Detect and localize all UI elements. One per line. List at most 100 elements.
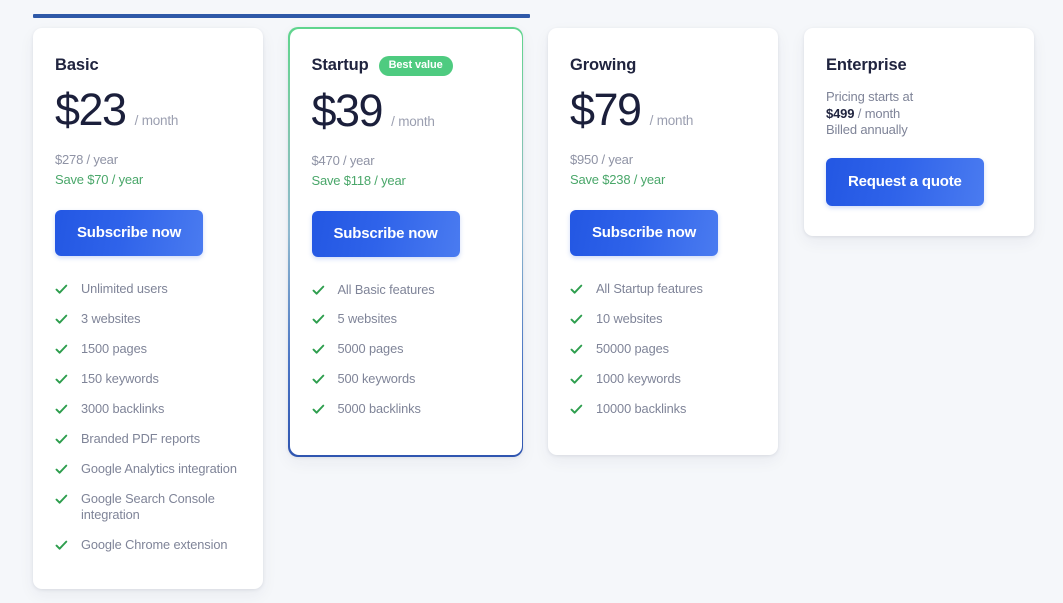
check-icon <box>570 373 583 386</box>
list-item: 3000 backlinks <box>55 401 241 417</box>
check-icon <box>570 283 583 296</box>
list-item: Google Analytics integration <box>55 461 241 477</box>
check-icon <box>55 493 68 506</box>
check-icon <box>570 403 583 416</box>
check-icon <box>570 313 583 326</box>
feature-label: 3000 backlinks <box>81 400 165 416</box>
list-item: 3 websites <box>55 311 241 327</box>
price-savings: Save $238 / year <box>570 172 666 187</box>
list-item: 5000 backlinks <box>312 401 500 417</box>
feature-label: 150 keywords <box>81 370 159 386</box>
list-item: 10000 backlinks <box>570 401 756 417</box>
price-savings: Save $70 / year <box>55 172 144 187</box>
list-item: 5 websites <box>312 311 500 327</box>
list-item: All Startup features <box>570 281 756 297</box>
list-item: 500 keywords <box>312 371 500 387</box>
check-icon <box>312 373 325 386</box>
price-amount: $23 <box>55 84 127 135</box>
feature-label: Google Search Console integration <box>81 490 215 522</box>
price-period: / month <box>649 113 694 128</box>
enterprise-billing-note: Billed annually <box>826 122 908 137</box>
price-savings: Save $118 / year <box>311 172 406 188</box>
check-icon <box>312 403 325 416</box>
check-icon <box>312 343 325 356</box>
subscribe-button-startup[interactable]: Subscribe now <box>311 210 460 257</box>
check-icon <box>570 343 583 356</box>
check-icon <box>312 284 325 297</box>
check-icon <box>55 283 68 296</box>
price-period: / month <box>134 113 179 128</box>
feature-label: 50000 pages <box>596 340 669 356</box>
feature-label: 1000 keywords <box>596 370 681 386</box>
check-icon <box>55 463 68 476</box>
price-amount: $79 <box>570 84 642 135</box>
request-quote-button[interactable]: Request a quote <box>826 157 984 206</box>
list-item: 50000 pages <box>570 341 756 357</box>
check-icon <box>55 403 68 416</box>
price-yearly: $278 / year <box>55 152 118 167</box>
plan-header: Growing <box>570 54 756 76</box>
check-icon <box>55 433 68 446</box>
list-item: Google Chrome extension <box>55 537 241 553</box>
list-item: 5000 pages <box>312 341 500 357</box>
list-item: 150 keywords <box>55 371 241 387</box>
price-period: / month <box>857 105 901 121</box>
feature-label: 1500 pages <box>81 340 147 356</box>
check-icon <box>55 343 68 356</box>
feature-list: All Basic features 5 websites 5000 pages… <box>312 282 500 418</box>
feature-label: All Basic features <box>337 281 435 297</box>
pricing-card-startup-highlight-border: Startup Best value $39 / month $470 / ye… <box>288 27 523 457</box>
pricing-page: Basic $23 / month $278 / year Save $70 /… <box>0 0 1063 603</box>
pricing-card-enterprise: Enterprise Pricing starts at $499 / mont… <box>804 28 1034 236</box>
price-yearly: $470 / year <box>311 152 375 168</box>
pricing-card-startup: Startup Best value $39 / month $470 / ye… <box>289 28 522 456</box>
list-item: 10 websites <box>570 311 756 327</box>
list-item: All Basic features <box>312 282 500 298</box>
plan-name: Growing <box>570 55 637 74</box>
feature-label: 5 websites <box>337 311 398 327</box>
check-icon <box>55 313 68 326</box>
price-amount: $499 <box>826 105 855 121</box>
pricing-card-growing: Growing $79 / month $950 / year Save $23… <box>548 28 778 455</box>
list-item: 1500 pages <box>55 341 241 357</box>
feature-label: 5000 backlinks <box>337 401 421 417</box>
price-period: / month <box>391 113 435 129</box>
feature-label: Google Analytics integration <box>81 460 237 476</box>
pricing-cards-row: Basic $23 / month $278 / year Save $70 /… <box>0 27 1063 589</box>
feature-label: 10 websites <box>596 310 663 326</box>
plan-name: Enterprise <box>826 55 907 74</box>
price-yearly: $950 / year <box>570 152 633 167</box>
enterprise-pricing-lead: Pricing starts at <box>826 89 914 104</box>
feature-label: Unlimited users <box>81 281 168 296</box>
feature-label: 3 websites <box>81 310 141 326</box>
feature-label: 10000 backlinks <box>596 400 687 416</box>
feature-label: Branded PDF reports <box>81 430 201 446</box>
feature-list: Unlimited users 3 websites 1500 pages 15… <box>55 281 241 553</box>
plan-header: Startup Best value <box>312 55 500 77</box>
top-divider-rule <box>33 14 530 18</box>
feature-label: All Startup features <box>596 281 703 296</box>
feature-label: 5000 pages <box>337 341 404 357</box>
subscribe-button-basic[interactable]: Subscribe now <box>55 210 204 256</box>
price-amount: $39 <box>311 84 384 136</box>
feature-list: All Startup features 10 websites 50000 p… <box>570 281 756 417</box>
plan-name: Basic <box>55 55 99 74</box>
status-badge-best-value: Best value <box>378 55 453 76</box>
list-item: Branded PDF reports <box>55 431 241 447</box>
price-row: $39 / month <box>312 88 500 133</box>
subscribe-button-growing[interactable]: Subscribe now <box>570 210 719 256</box>
list-item: 1000 keywords <box>570 371 756 387</box>
plan-header: Basic <box>55 54 241 76</box>
feature-label: 500 keywords <box>337 371 416 387</box>
list-item: Google Search Console integration <box>55 491 241 523</box>
check-icon <box>55 373 68 386</box>
enterprise-price-line: $499 / month <box>826 106 1012 123</box>
pricing-card-basic: Basic $23 / month $278 / year Save $70 /… <box>33 28 263 589</box>
list-item: Unlimited users <box>55 281 241 297</box>
enterprise-pricing-text: Pricing starts at $499 / month Billed an… <box>826 89 1012 139</box>
check-icon <box>312 313 325 326</box>
check-icon <box>55 539 68 552</box>
plan-name: Startup <box>311 56 369 74</box>
plan-header: Enterprise <box>826 54 1012 76</box>
feature-label: Google Chrome extension <box>81 536 228 552</box>
